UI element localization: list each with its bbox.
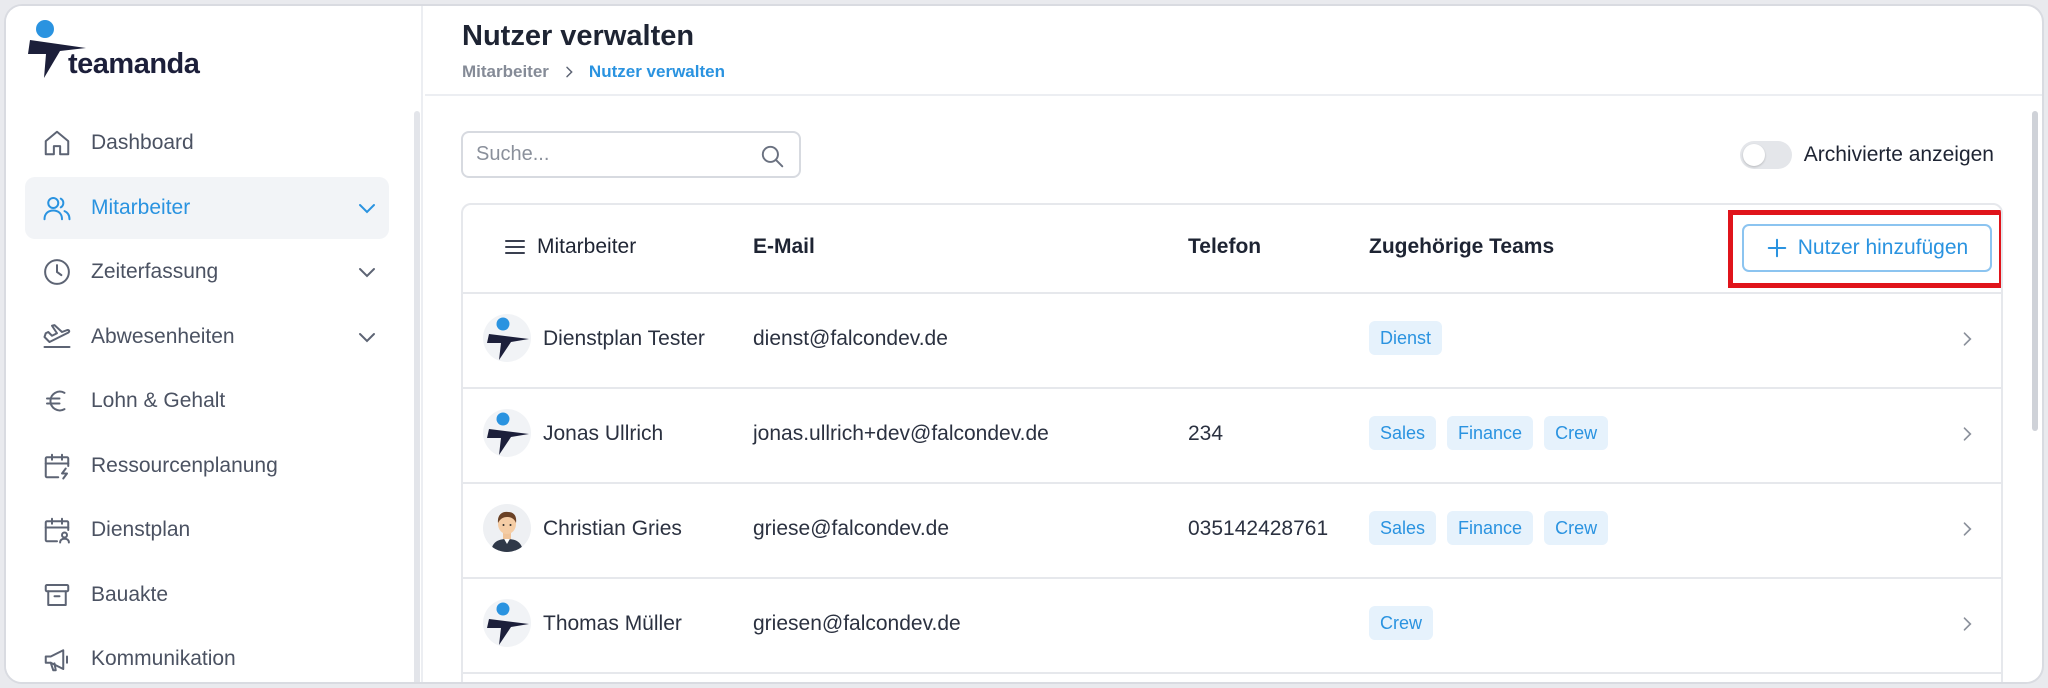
- table-row[interactable]: Thomas Müller griesen@falcondev.de Crew: [463, 579, 2001, 674]
- user-email: jonas.ullrich+dev@falcondev.de: [753, 422, 1049, 445]
- sidebar-item-dashboard[interactable]: Dashboard: [25, 112, 389, 174]
- search-input[interactable]: [476, 143, 746, 166]
- sidebar-item-bauakte[interactable]: Bauakte: [25, 564, 389, 626]
- column-header-telefon: Telefon: [1188, 235, 1262, 258]
- team-badge: Sales: [1369, 416, 1437, 450]
- person-avatar: [483, 504, 531, 552]
- sidebar-item-lohn-gehalt[interactable]: Lohn & Gehalt: [25, 370, 389, 432]
- team-list: Dienst: [1369, 321, 1453, 355]
- sidebar-item-zeiterfassung[interactable]: Zeiterfassung: [25, 241, 389, 303]
- archive-icon: [41, 579, 73, 611]
- user-name: Christian Gries: [543, 517, 682, 540]
- home-icon: [41, 127, 73, 159]
- user-phone: 035142428761: [1188, 517, 1329, 540]
- sidebar-nav: Dashboard Mitarbeiter Zeiterfassung Abwe…: [25, 112, 389, 682]
- team-list: Sales Finance Crew: [1369, 416, 1619, 450]
- page-title: Nutzer verwalten: [462, 20, 695, 52]
- megaphone-icon: [41, 643, 73, 675]
- column-header-mitarbeiter[interactable]: Mitarbeiter: [503, 235, 636, 259]
- table-row[interactable]: Christian Gries griese@falcondev.de 0351…: [463, 484, 2001, 579]
- user-email: griesen@falcondev.de: [753, 612, 961, 635]
- sidebar-item-label: Abwesenheiten: [91, 324, 235, 348]
- sidebar-item-label: Kommunikation: [91, 647, 236, 670]
- logo-avatar: [483, 314, 531, 362]
- sidebar-item-label: Bauakte: [91, 582, 169, 606]
- sidebar-item-label: Dashboard: [91, 131, 194, 154]
- archived-toggle[interactable]: [1739, 141, 1792, 169]
- calendar-bolt-icon: [41, 450, 73, 482]
- column-header-email: E-Mail: [753, 235, 815, 258]
- sidebar-item-label: Zeiterfassung: [91, 260, 219, 283]
- logo-avatar: [483, 599, 531, 647]
- column-header-label: Mitarbeiter: [537, 235, 637, 258]
- chevron-right-icon: [566, 66, 573, 78]
- breadcrumb-item-mitarbeiter[interactable]: Mitarbeiter: [462, 62, 549, 82]
- team-badge: Crew: [1544, 511, 1609, 545]
- sidebar-item-mitarbeiter[interactable]: Mitarbeiter: [25, 176, 389, 239]
- plane-icon: [41, 321, 73, 353]
- logo-avatar: [483, 409, 531, 457]
- archived-toggle-label: Archivierte anzeigen: [1803, 143, 1994, 166]
- logo-text: teamanda: [68, 48, 200, 80]
- teamanda-logo[interactable]: teamanda: [26, 18, 226, 88]
- team-badge: Dienst: [1369, 321, 1443, 355]
- team-badge: Finance: [1447, 416, 1534, 450]
- sidebar-item-dienstplan[interactable]: Dienstplan: [25, 499, 389, 561]
- team-badge: Crew: [1369, 606, 1434, 640]
- calendar-user-icon: [41, 514, 73, 546]
- clock-icon: [41, 256, 73, 288]
- chevron-right-icon[interactable]: [1957, 424, 1977, 444]
- users-icon: [41, 192, 73, 224]
- column-header-teams: Zugehörige Teams: [1369, 235, 1555, 258]
- sidebar-item-label: Mitarbeiter: [91, 195, 191, 219]
- chevron-down-icon[interactable]: [355, 325, 379, 349]
- team-list: Crew: [1369, 606, 1444, 640]
- app-window: teamanda Dashboard Mitarbeiter Zeiterfas…: [4, 4, 2044, 684]
- breadcrumb: Mitarbeiter Nutzer verwalten: [462, 62, 725, 82]
- main-scrollbar[interactable]: [2032, 111, 2038, 431]
- page-header: Nutzer verwalten Mitarbeiter Nutzer verw…: [425, 6, 2042, 96]
- euro-icon: [41, 385, 73, 417]
- table-header: Mitarbeiter E-Mail Telefon Zugehörige Te…: [463, 205, 2001, 294]
- chevron-right-icon[interactable]: [1957, 519, 1977, 539]
- user-email: griese@falcondev.de: [753, 517, 950, 540]
- search-icon[interactable]: [759, 143, 785, 169]
- team-badge: Sales: [1369, 511, 1437, 545]
- plus-icon: [1767, 238, 1787, 258]
- chevron-down-icon[interactable]: [355, 260, 379, 284]
- team-badge: Crew: [1544, 416, 1609, 450]
- user-name: Thomas Müller: [543, 612, 682, 635]
- archived-toggle-group: Archivierte anzeigen: [1739, 141, 1994, 169]
- toggle-knob: [1742, 144, 1765, 166]
- sidebar-item-kommunikation[interactable]: Kommunikation: [25, 628, 389, 682]
- chevron-right-icon[interactable]: [1957, 614, 1977, 634]
- sidebar-item-label: Dienstplan: [91, 518, 191, 541]
- user-name: Jonas Ullrich: [543, 422, 664, 445]
- table-row[interactable]: Dienstplan Tester dienst@falcondev.de Di…: [463, 294, 2001, 389]
- chevron-right-icon[interactable]: [1957, 329, 1977, 349]
- user-name: Dienstplan Tester: [543, 327, 705, 350]
- chevron-down-icon[interactable]: [355, 196, 379, 220]
- add-user-button-label: Nutzer hinzufügen: [1797, 236, 1969, 259]
- sidebar: teamanda Dashboard Mitarbeiter Zeiterfas…: [6, 6, 423, 682]
- users-table: Mitarbeiter E-Mail Telefon Zugehörige Te…: [461, 203, 2003, 682]
- add-user-button[interactable]: Nutzer hinzufügen: [1742, 224, 1992, 272]
- user-phone: 234: [1188, 422, 1224, 445]
- sidebar-item-label: Lohn & Gehalt: [91, 389, 226, 412]
- sidebar-item-abwesenheiten[interactable]: Abwesenheiten: [25, 306, 389, 368]
- sidebar-item-ressourcenplanung[interactable]: Ressourcenplanung: [25, 435, 389, 497]
- table-row[interactable]: Jonas Ullrich jonas.ullrich+dev@falconde…: [463, 389, 2001, 484]
- team-badge: Finance: [1447, 511, 1534, 545]
- search-box[interactable]: [461, 131, 801, 178]
- team-list: Sales Finance Crew: [1369, 511, 1619, 545]
- sidebar-scrollbar[interactable]: [414, 111, 420, 682]
- breadcrumb-item-current[interactable]: Nutzer verwalten: [589, 62, 725, 82]
- main-content: Nutzer verwalten Mitarbeiter Nutzer verw…: [425, 6, 2042, 682]
- user-email: dienst@falcondev.de: [753, 327, 948, 350]
- sidebar-item-label: Ressourcenplanung: [91, 453, 278, 477]
- menu-icon[interactable]: [503, 235, 527, 259]
